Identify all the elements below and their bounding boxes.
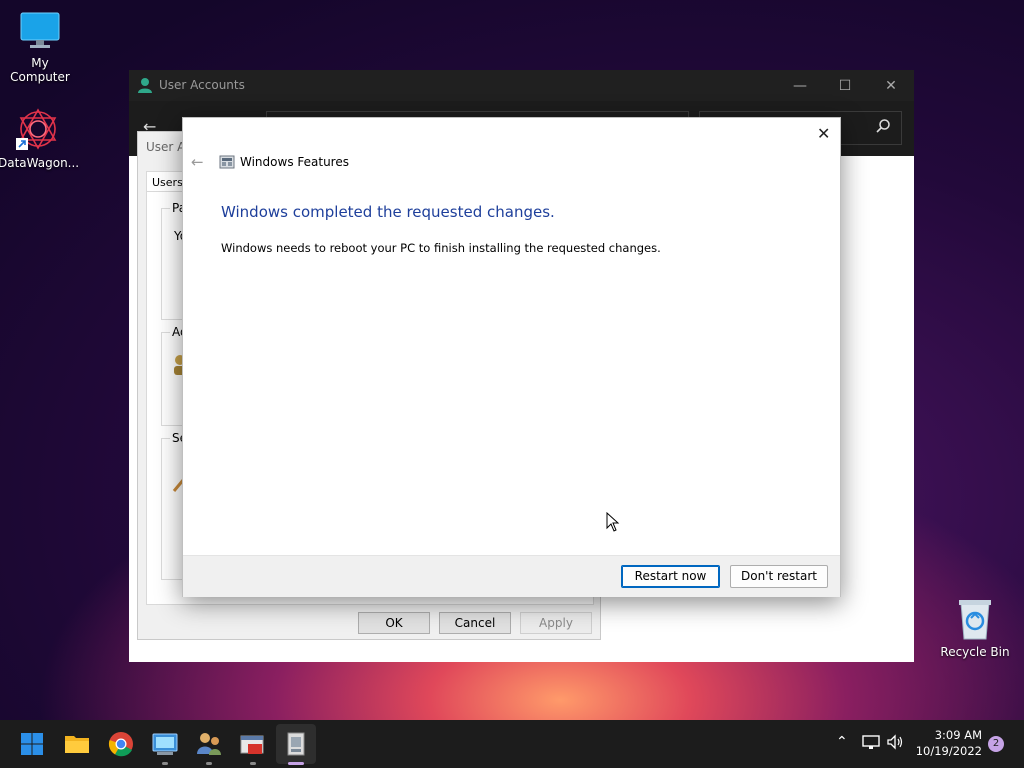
desktop-icon-label: DataWagon...	[0, 156, 80, 170]
minimize-button[interactable]: —	[790, 76, 810, 96]
programs-button[interactable]	[236, 728, 268, 760]
clock-date: 10/19/2022	[915, 744, 982, 758]
programs-features-icon	[240, 735, 264, 754]
clock-time: 3:09 AM	[934, 728, 982, 742]
notification-badge[interactable]: 2	[988, 736, 1004, 752]
windows-features-icon	[219, 154, 235, 173]
window-title: User Accounts	[159, 78, 245, 92]
reboot-message: Windows needs to reboot your PC to finis…	[221, 241, 661, 255]
user-accounts-taskbar-button[interactable]	[193, 728, 225, 760]
file-explorer-button[interactable]	[61, 728, 93, 760]
running-indicator	[162, 762, 168, 765]
taskbar: ⌃ 3:09 AM 10/19/2022 2	[0, 720, 1024, 768]
start-button[interactable]	[16, 728, 48, 760]
folder-icon	[65, 736, 89, 753]
maximize-button[interactable]: ☐	[835, 76, 855, 96]
dont-restart-button[interactable]: Don't restart	[730, 565, 828, 588]
running-indicator	[206, 762, 212, 765]
ok-button[interactable]: OK	[358, 612, 430, 634]
windows-features-icon	[287, 732, 305, 756]
windows-logo-icon	[21, 733, 43, 755]
apply-button[interactable]: Apply	[520, 612, 592, 634]
monitor-icon	[19, 10, 61, 52]
mouse-cursor-icon	[606, 511, 620, 535]
user-accounts-icon	[137, 77, 153, 96]
active-indicator	[288, 762, 304, 765]
volume-icon[interactable]	[886, 734, 904, 754]
desktop-icon-recycle-bin[interactable]: Recycle Bin	[935, 597, 1015, 659]
desktop-icon-label: Recycle Bin	[940, 645, 1010, 659]
running-indicator	[250, 762, 256, 765]
desktop-icon-label: My Computer	[10, 56, 70, 84]
chevron-up-icon[interactable]: ⌃	[836, 734, 848, 750]
search-icon[interactable]	[875, 118, 891, 137]
main-heading: Windows completed the requested changes.	[221, 203, 555, 221]
datawagon-logo-icon	[15, 106, 61, 152]
title-bar[interactable]: User Accounts — ☐ ✕	[129, 70, 914, 101]
network-icon[interactable]	[862, 734, 880, 754]
close-button[interactable]: ✕	[881, 76, 901, 96]
control-panel-icon	[152, 733, 178, 755]
tab-users-label: Users	[152, 176, 183, 189]
windows-features-dialog: ✕ ← Windows Features Windows completed t…	[182, 117, 841, 597]
chrome-button[interactable]	[105, 728, 137, 760]
recycle-bin-icon	[955, 597, 995, 641]
desktop-icon-datawagon[interactable]: DataWagon...	[0, 106, 80, 170]
control-panel-button[interactable]	[149, 728, 181, 760]
desktop-icon-my-computer[interactable]: My Computer	[0, 10, 80, 84]
chrome-icon	[108, 732, 133, 757]
restart-now-button[interactable]: Restart now	[621, 565, 720, 588]
close-icon[interactable]: ✕	[817, 124, 830, 143]
back-arrow-icon[interactable]: ←	[191, 153, 204, 171]
windows-features-taskbar-button[interactable]	[280, 728, 312, 760]
clock[interactable]: 3:09 AM 10/19/2022	[912, 727, 982, 759]
dialog-footer: Restart now Don't restart	[183, 555, 840, 597]
cancel-button[interactable]: Cancel	[439, 612, 511, 634]
users-icon	[197, 733, 221, 755]
dialog-title: Windows Features	[240, 155, 349, 169]
